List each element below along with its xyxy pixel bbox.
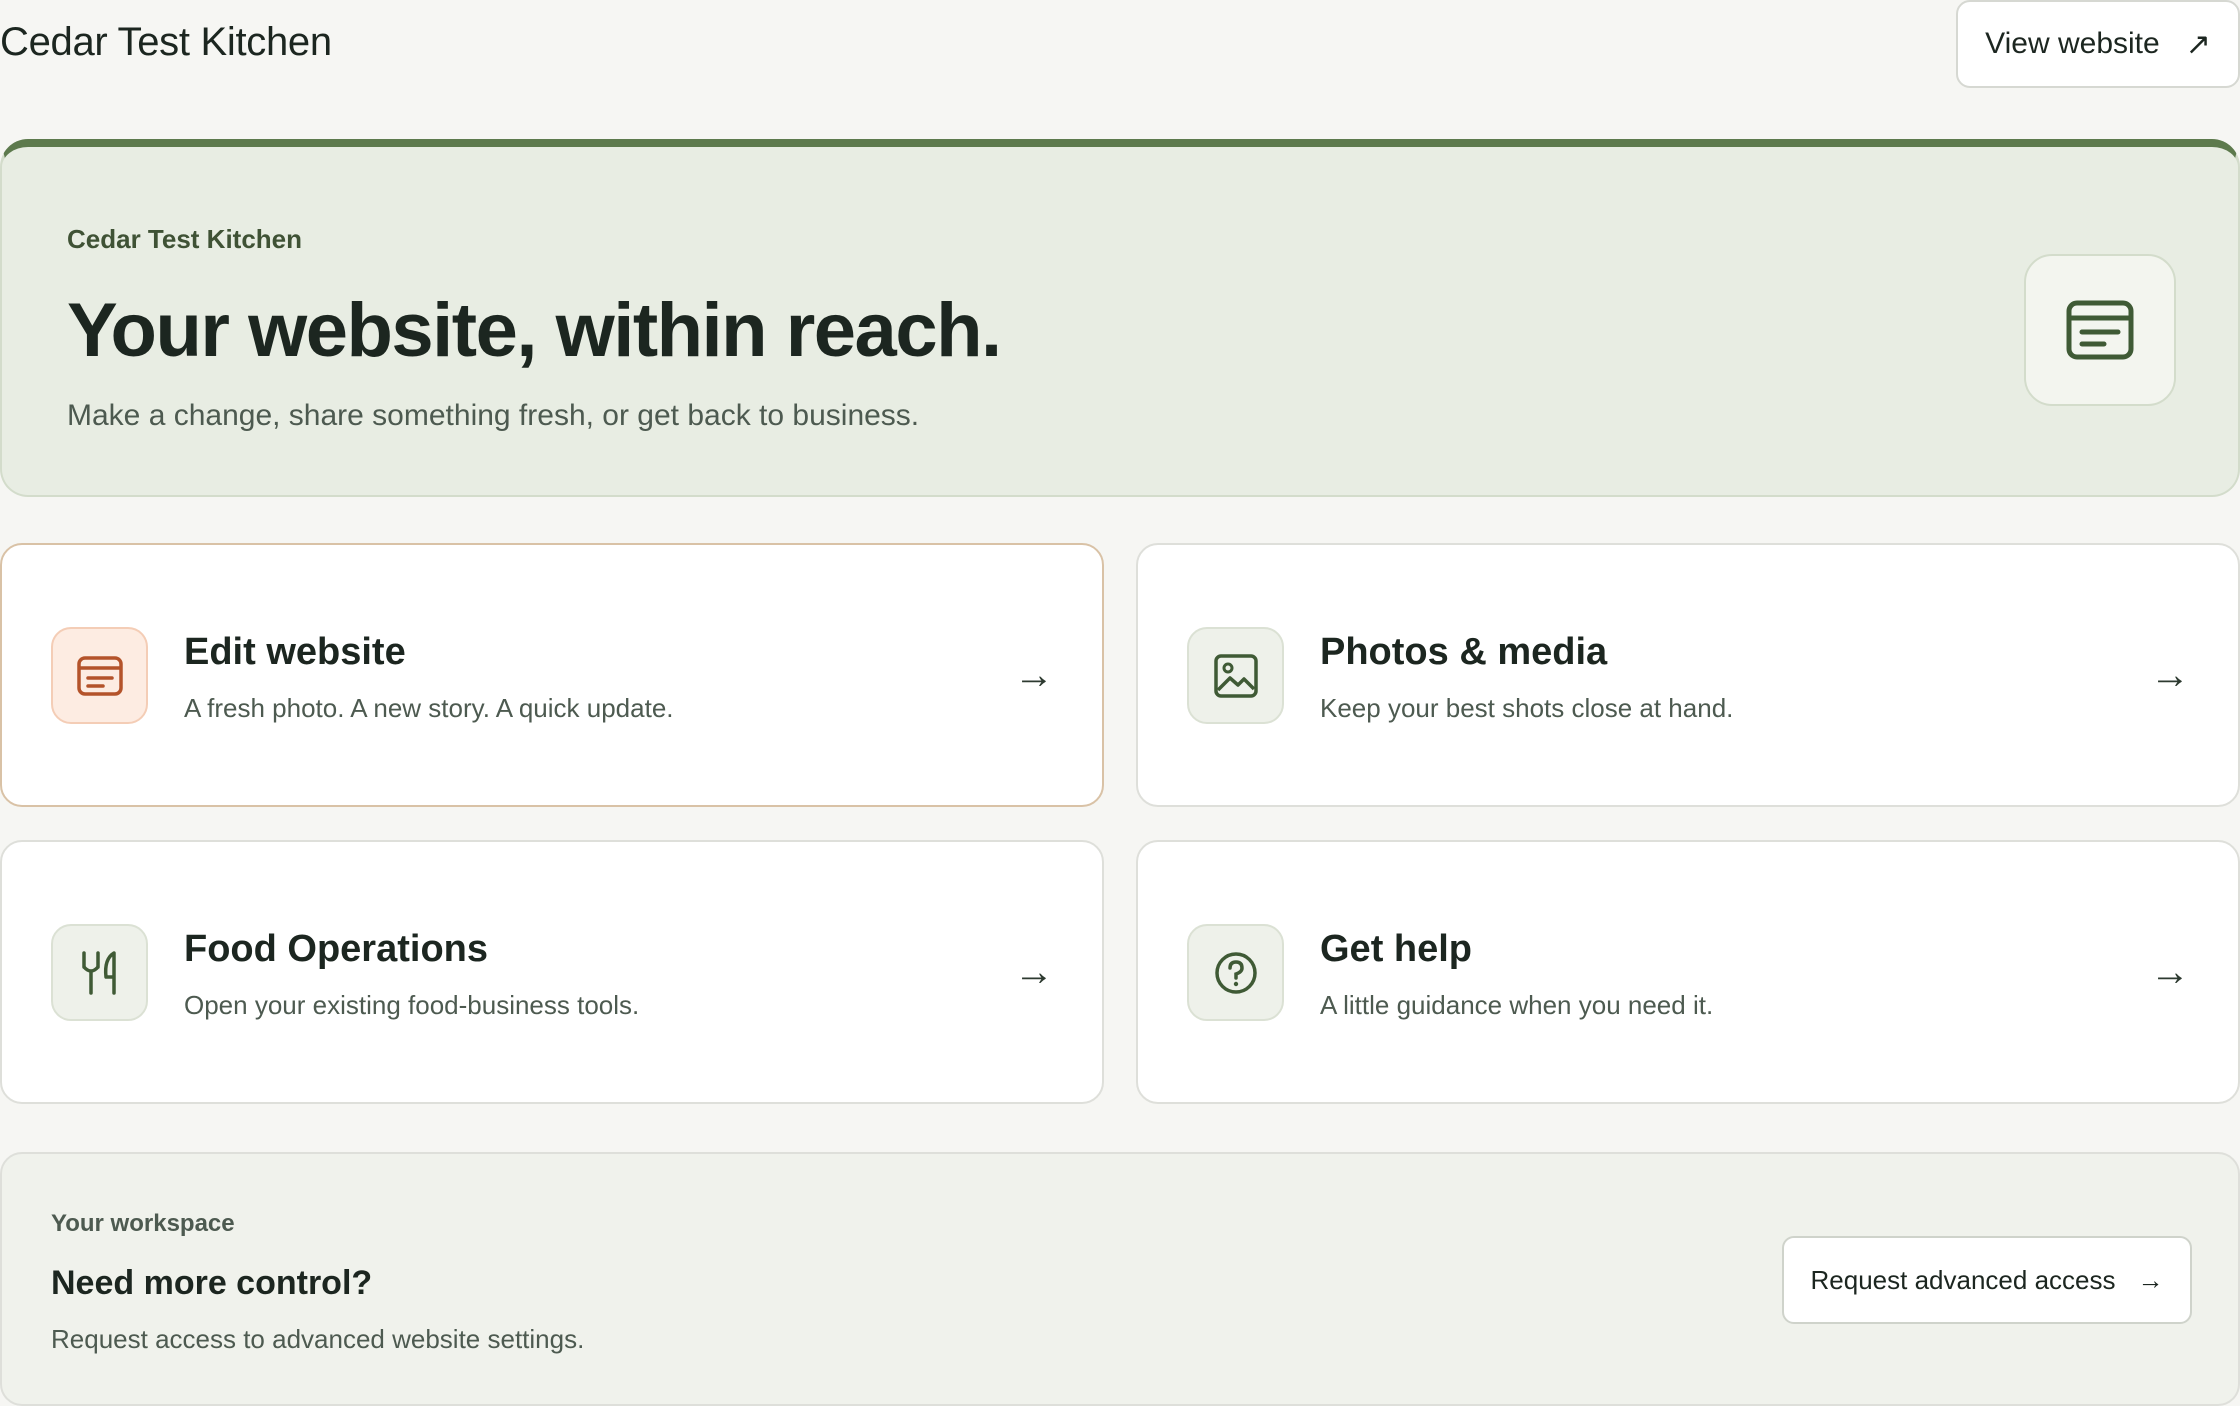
card-description: A little guidance when you need it. [1320, 990, 1714, 1020]
image-icon [1187, 627, 1284, 724]
food-operations-card[interactable]: Food Operations Open your existing food-… [0, 840, 1104, 1104]
card-description: Keep your best shots close at hand. [1320, 693, 1734, 723]
card-title: Food Operations [184, 928, 488, 970]
card-title: Edit website [184, 631, 406, 673]
card-description: A fresh photo. A new story. A quick upda… [184, 693, 674, 723]
top-bar: Cedar Test Kitchen View website ↗ [0, 0, 2240, 100]
workspace-title: Need more control? [51, 1264, 373, 1302]
arrow-right-icon: → [1014, 653, 1054, 697]
request-access-label: Request advanced access [1810, 1264, 2116, 1295]
view-website-label: View website [1985, 27, 2160, 60]
workspace-kicker: Your workspace [51, 1210, 235, 1237]
view-website-button[interactable]: View website ↗ [1956, 0, 2240, 88]
workspace-panel: Your workspace Need more control? Reques… [0, 1152, 2240, 1406]
website-icon [2024, 254, 2176, 406]
edit-website-card[interactable]: Edit website A fresh photo. A new story.… [0, 543, 1104, 807]
help-icon [1187, 924, 1284, 1021]
hero-kicker: Cedar Test Kitchen [67, 224, 303, 254]
workspace-description: Request access to advanced website setti… [51, 1324, 585, 1354]
hero-title: Your website, within reach. [67, 288, 1002, 373]
website-icon [51, 627, 148, 724]
get-help-card[interactable]: Get help A little guidance when you need… [1136, 840, 2240, 1104]
arrow-right-icon: → [2150, 653, 2190, 697]
utensils-icon [51, 924, 148, 1021]
photos-media-card[interactable]: Photos & media Keep your best shots clos… [1136, 543, 2240, 807]
arrow-right-icon: → [1014, 950, 1054, 994]
card-title: Get help [1320, 928, 1473, 970]
request-advanced-access-button[interactable]: Request advanced access → [1782, 1236, 2192, 1324]
site-title: Cedar Test Kitchen [0, 20, 332, 64]
card-description: Open your existing food-business tools. [184, 990, 640, 1020]
arrow-right-icon: → [2150, 950, 2190, 994]
hero-subtitle: Make a change, share something fresh, or… [67, 399, 920, 432]
card-title: Photos & media [1320, 631, 1608, 673]
hero-banner: Cedar Test Kitchen Your website, within … [0, 139, 2240, 497]
external-link-icon: ↗ [2185, 27, 2211, 61]
arrow-right-icon: → [2137, 1264, 2164, 1295]
